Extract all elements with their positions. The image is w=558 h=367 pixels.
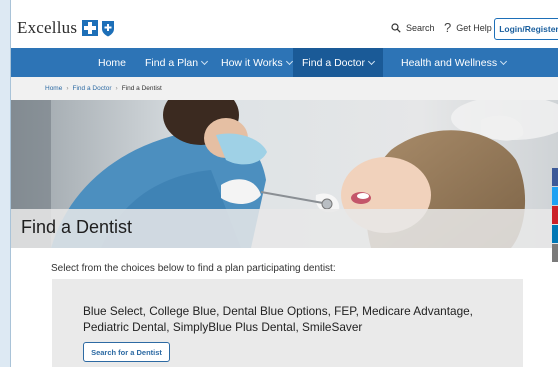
browser-frame-left <box>0 0 10 367</box>
page-title: Find a Dentist <box>21 217 133 237</box>
search-label: Search <box>406 23 435 33</box>
excellus-logo[interactable]: Excellus <box>17 17 115 39</box>
header-search[interactable]: Search <box>391 23 435 33</box>
search-for-dentist-button[interactable]: Search for a Dentist <box>83 342 170 362</box>
nav-item-health-and-wellness[interactable]: Health and Wellness <box>401 48 508 77</box>
search-icon <box>391 23 401 33</box>
page: Excellus Search ? Get Help Login/Registe… <box>11 0 558 367</box>
main-nav: Home Find a Plan How it Works Find a Doc… <box>11 48 558 77</box>
help-label: Get Help <box>456 23 492 33</box>
header-get-help[interactable]: ? Get Help <box>444 20 492 35</box>
intro-text: Select from the choices below to find a … <box>51 263 336 274</box>
nav-item-label: Find a Doctor <box>301 56 366 69</box>
blue-shield-icon <box>101 20 115 37</box>
plan-list-text: Blue Select, College Blue, Dental Blue O… <box>83 304 473 334</box>
nav-item-label: Find a Plan <box>145 56 199 69</box>
nav-item-find-a-plan[interactable]: Find a Plan <box>145 48 209 77</box>
nav-item-label: Home <box>98 56 127 69</box>
site-header: Excellus Search ? Get Help Login/Registe… <box>11 0 558 48</box>
nav-item-find-a-doctor[interactable]: Find a Doctor <box>293 48 383 77</box>
chevron-down-icon <box>201 57 209 65</box>
breadcrumb-separator: › <box>115 85 118 92</box>
login-register-button[interactable]: Login/Register <box>494 18 558 40</box>
chevron-down-icon <box>285 57 293 65</box>
breadcrumb-separator: › <box>66 85 69 92</box>
breadcrumb: Home › Find a Doctor › Find a Dentist <box>11 77 558 100</box>
breadcrumb-current: Find a Dentist <box>121 85 162 92</box>
nav-item-label: Health and Wellness <box>401 56 498 69</box>
nav-item-label: How it Works <box>221 56 283 69</box>
breadcrumb-find-a-doctor[interactable]: Find a Doctor <box>73 85 112 92</box>
facebook-icon[interactable] <box>552 168 558 186</box>
nav-item-how-it-works[interactable]: How it Works <box>221 48 293 77</box>
dentist-plan-card: Blue Select, College Blue, Dental Blue O… <box>52 279 523 367</box>
nav-item-home[interactable]: Home <box>98 48 126 77</box>
twitter-icon[interactable] <box>552 187 558 205</box>
chevron-down-icon <box>500 57 508 65</box>
logo-text: Excellus <box>17 18 78 37</box>
blue-cross-icon <box>82 20 99 36</box>
pinterest-icon[interactable] <box>552 206 558 224</box>
email-icon[interactable] <box>552 244 558 262</box>
question-mark-icon: ? <box>444 20 452 35</box>
chevron-down-icon <box>367 57 376 65</box>
linkedin-icon[interactable] <box>552 225 558 243</box>
hero-banner: Find a Dentist <box>11 100 558 248</box>
breadcrumb-home[interactable]: Home <box>45 85 62 92</box>
